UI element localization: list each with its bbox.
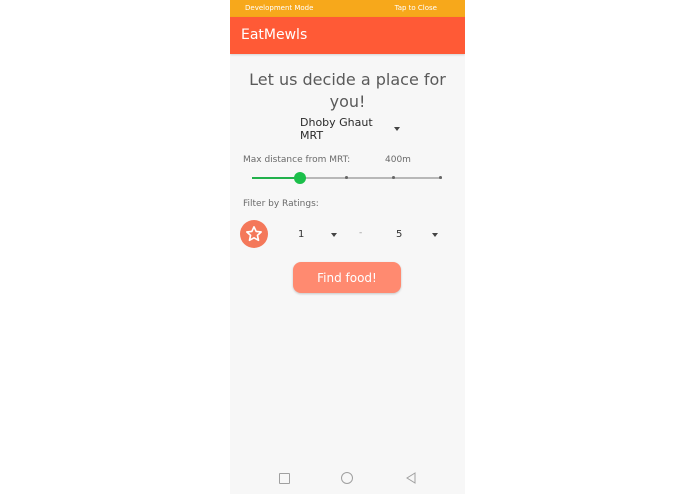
development-mode-bar[interactable]: Development Mode Tap to Close (230, 0, 465, 17)
mrt-dropdown[interactable]: Dhoby Ghaut MRT (300, 116, 400, 142)
circle-icon[interactable] (341, 472, 353, 484)
headline-line-2: you! (329, 92, 366, 111)
star-icon (240, 220, 268, 248)
tap-to-close-button[interactable]: Tap to Close (395, 0, 437, 17)
mrt-selected-value: Dhoby Ghaut MRT (300, 116, 373, 142)
app-title: EatMewls (241, 27, 308, 43)
slider-tick (392, 176, 395, 179)
page-headline: Let us decide a place for you! (230, 69, 465, 113)
caret-down-icon (394, 127, 400, 131)
headline-line-1: Let us decide a place for (249, 70, 446, 89)
rating-min-value: 1 (298, 229, 305, 240)
square-icon[interactable] (279, 473, 290, 484)
caret-down-icon (331, 233, 337, 237)
phone-screen: Development Mode Tap to Close EatMewls L… (230, 0, 465, 494)
app-bar: EatMewls (230, 17, 465, 54)
distance-slider[interactable] (252, 170, 442, 186)
triangle-back-icon[interactable] (405, 472, 417, 484)
slider-tick (439, 176, 442, 179)
slider-fill (252, 177, 300, 179)
find-food-button[interactable]: Find food! (293, 262, 401, 293)
dev-mode-label: Development Mode (245, 4, 314, 12)
slider-tick (345, 176, 348, 179)
rating-separator: - (359, 228, 363, 238)
caret-down-icon (432, 233, 438, 237)
distance-value: 400m (385, 155, 411, 165)
system-nav-bar (230, 464, 465, 494)
ratings-label: Filter by Ratings: (243, 199, 319, 209)
slider-thumb[interactable] (293, 172, 306, 184)
distance-label: Max distance from MRT: (243, 155, 351, 165)
rating-max-value: 5 (396, 229, 403, 240)
